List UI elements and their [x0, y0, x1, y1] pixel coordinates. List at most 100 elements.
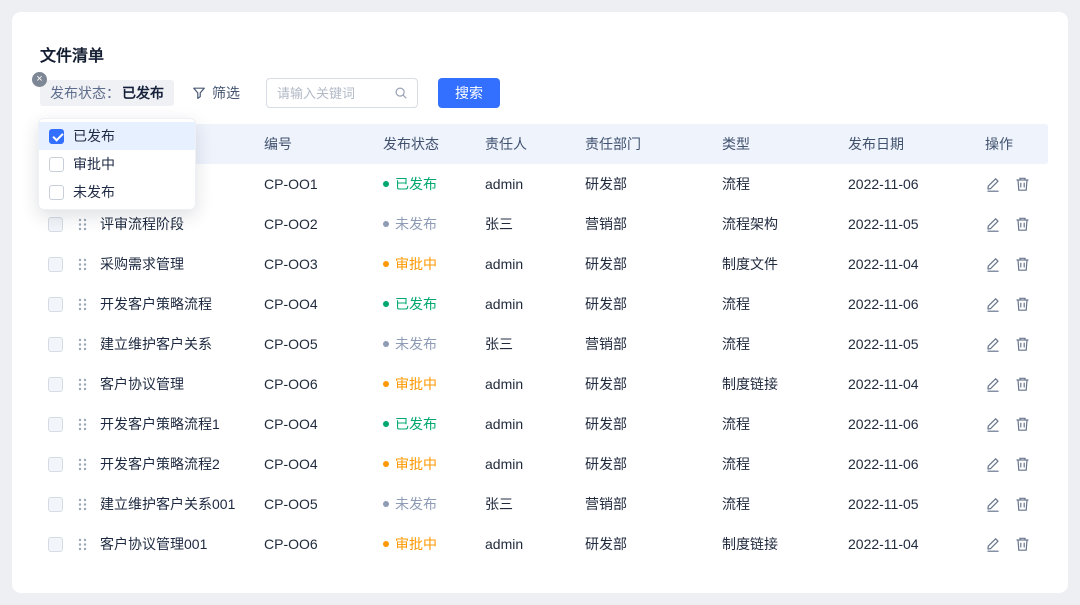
option-checkbox[interactable]: [49, 129, 64, 144]
option-checkbox[interactable]: [49, 185, 64, 200]
status-badge: 审批中: [383, 374, 437, 394]
dropdown-option[interactable]: 审批中: [39, 150, 195, 178]
status-dot: [383, 181, 389, 187]
status-badge: 审批中: [383, 534, 437, 554]
status-badge: 审批中: [383, 254, 437, 274]
delete-icon[interactable]: [1015, 376, 1030, 392]
file-name: 开发客户策略流程: [100, 294, 258, 314]
drag-handle-icon[interactable]: [78, 538, 87, 551]
status-label: 审批中: [395, 454, 437, 474]
page-title: 文件清单: [40, 42, 104, 66]
header-cell-dept: 责任部门: [579, 134, 716, 154]
drag-handle-icon[interactable]: [78, 498, 87, 511]
option-label: 未发布: [73, 182, 115, 202]
delete-icon[interactable]: [1015, 456, 1030, 472]
status-filter-tag[interactable]: × 发布状态： 已发布: [40, 80, 174, 106]
search-box: [266, 78, 418, 108]
dropdown-option[interactable]: 已发布: [39, 122, 195, 150]
status-badge: 未发布: [383, 494, 437, 514]
table-row: 开发客户策略流程1 CP-OO4 已发布 admin 研发部 流程 2022-1…: [40, 404, 1048, 444]
file-list-card: 文件清单 × 发布状态： 已发布 筛选 搜索: [12, 12, 1068, 593]
delete-icon[interactable]: [1015, 216, 1030, 232]
drag-handle-icon[interactable]: [78, 258, 87, 271]
row-checkbox[interactable]: [48, 417, 63, 432]
file-code: CP-OO6: [258, 536, 377, 552]
header-cell-date: 发布日期: [842, 134, 979, 154]
file-type: 流程: [716, 174, 842, 194]
edit-icon[interactable]: [985, 416, 1001, 432]
drag-handle-icon[interactable]: [78, 218, 87, 231]
department: 研发部: [579, 174, 716, 194]
row-checkbox[interactable]: [48, 257, 63, 272]
owner: 张三: [479, 214, 579, 234]
delete-icon[interactable]: [1015, 496, 1030, 512]
department: 研发部: [579, 534, 716, 554]
status-label: 审批中: [395, 374, 437, 394]
publish-date: 2022-11-05: [842, 216, 979, 232]
edit-icon[interactable]: [985, 336, 1001, 352]
drag-handle-icon[interactable]: [78, 298, 87, 311]
status-badge: 未发布: [383, 334, 437, 354]
department: 研发部: [579, 454, 716, 474]
edit-icon[interactable]: [985, 536, 1001, 552]
funnel-icon: [192, 86, 206, 100]
file-code: CP-OO6: [258, 376, 377, 392]
department: 研发部: [579, 414, 716, 434]
status-dot: [383, 461, 389, 467]
file-type: 流程: [716, 454, 842, 474]
drag-handle-icon[interactable]: [78, 378, 87, 391]
filter-bar: × 发布状态： 已发布 筛选 搜索: [40, 78, 500, 108]
owner: 张三: [479, 494, 579, 514]
file-name: 采购需求管理: [100, 254, 258, 274]
status-dot: [383, 221, 389, 227]
file-type: 流程: [716, 334, 842, 354]
publish-date: 2022-11-06: [842, 176, 979, 192]
file-code: CP-OO2: [258, 216, 377, 232]
dropdown-option[interactable]: 未发布: [39, 178, 195, 206]
row-checkbox[interactable]: [48, 297, 63, 312]
delete-icon[interactable]: [1015, 256, 1030, 272]
status-label: 审批中: [395, 534, 437, 554]
owner: admin: [479, 256, 579, 272]
search-button[interactable]: 搜索: [438, 78, 500, 108]
edit-icon[interactable]: [985, 456, 1001, 472]
row-checkbox[interactable]: [48, 377, 63, 392]
row-checkbox[interactable]: [48, 537, 63, 552]
option-checkbox[interactable]: [49, 157, 64, 172]
delete-icon[interactable]: [1015, 296, 1030, 312]
search-icon: [394, 86, 408, 100]
edit-icon[interactable]: [985, 496, 1001, 512]
filter-tag-value: 已发布: [122, 83, 164, 103]
publish-date: 2022-11-04: [842, 376, 979, 392]
status-dot: [383, 541, 389, 547]
file-code: CP-OO5: [258, 496, 377, 512]
file-code: CP-OO4: [258, 456, 377, 472]
drag-handle-icon[interactable]: [78, 418, 87, 431]
owner: 张三: [479, 334, 579, 354]
status-label: 已发布: [395, 174, 437, 194]
search-input[interactable]: [277, 86, 394, 101]
edit-icon[interactable]: [985, 376, 1001, 392]
row-checkbox[interactable]: [48, 337, 63, 352]
edit-icon[interactable]: [985, 176, 1001, 192]
department: 研发部: [579, 294, 716, 314]
edit-icon[interactable]: [985, 296, 1001, 312]
row-checkbox[interactable]: [48, 217, 63, 232]
department: 研发部: [579, 374, 716, 394]
delete-icon[interactable]: [1015, 176, 1030, 192]
delete-icon[interactable]: [1015, 416, 1030, 432]
clear-filter-icon[interactable]: ×: [32, 72, 47, 87]
filter-button[interactable]: 筛选: [192, 83, 240, 103]
edit-icon[interactable]: [985, 216, 1001, 232]
file-type: 流程: [716, 414, 842, 434]
row-checkbox[interactable]: [48, 497, 63, 512]
delete-icon[interactable]: [1015, 336, 1030, 352]
drag-handle-icon[interactable]: [78, 458, 87, 471]
row-checkbox[interactable]: [48, 457, 63, 472]
file-code: CP-OO3: [258, 256, 377, 272]
drag-handle-icon[interactable]: [78, 338, 87, 351]
status-dot: [383, 301, 389, 307]
edit-icon[interactable]: [985, 256, 1001, 272]
delete-icon[interactable]: [1015, 536, 1030, 552]
department: 营销部: [579, 494, 716, 514]
